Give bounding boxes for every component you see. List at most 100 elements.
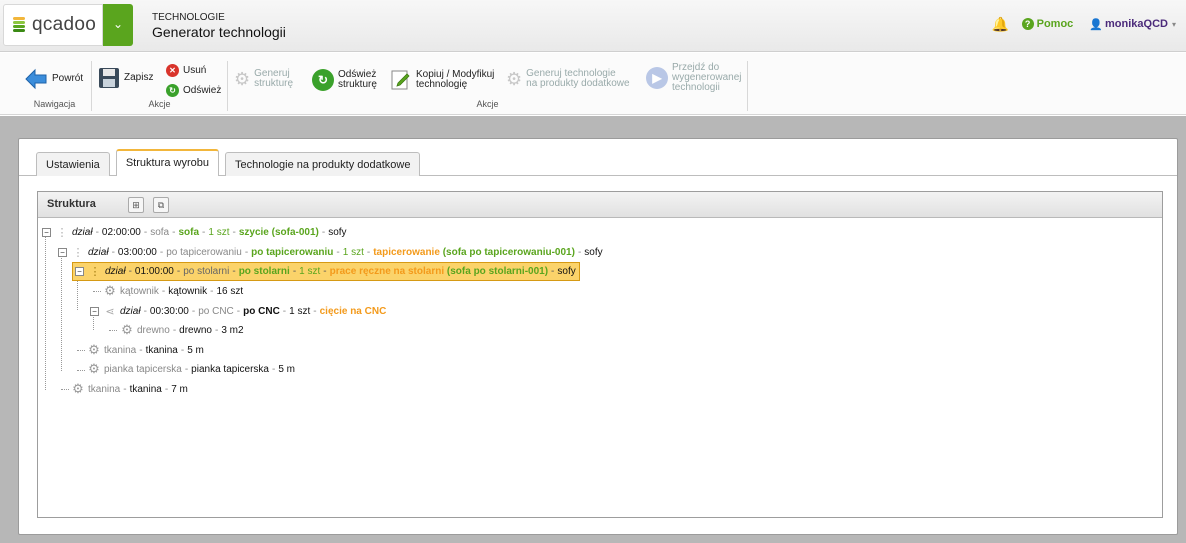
ribbon-group-actions-1: Zapisz ✕ Usuń ↻ Odśwież Akcje	[92, 61, 228, 111]
node-output-product: po CNC	[243, 305, 280, 317]
node-time: 02:00:00	[101, 226, 141, 238]
save-button[interactable]: Zapisz	[98, 67, 153, 89]
tree-node[interactable]: ⚙ kątownik - kątownik - 16 szt	[104, 282, 243, 300]
node-time: 03:00:00	[117, 246, 157, 258]
ribbon-group-navigation: Powrót Nawigacja	[18, 61, 92, 111]
collapse-all-icon[interactable]: ⧉	[153, 197, 169, 213]
tree-node-selected[interactable]: − ⋮ dział - 01:00:00- po stolarni - po sto…	[72, 262, 580, 281]
node-type: dział	[120, 305, 141, 317]
arrow-left-icon	[25, 68, 47, 90]
node-quantity: 16 szt	[216, 285, 244, 297]
node-quantity: 1 szt	[289, 305, 311, 317]
refresh-button[interactable]: ↻ Odśwież	[166, 84, 221, 97]
node-quantity: 1 szt	[299, 266, 321, 277]
page-subtitle: TECHNOLOGIE	[152, 12, 225, 23]
tree-node[interactable]: − ⋖ dział - 00:30:00- po CNC - po CNC - 1 s…	[90, 302, 386, 320]
refresh-structure-button[interactable]: ↻ Odśwież strukturę	[312, 69, 377, 91]
tree-connector	[109, 330, 117, 331]
expand-all-icon[interactable]: ⊞	[128, 197, 144, 213]
user-icon: 👤	[1089, 18, 1104, 31]
ribbon-group-label: Akcje	[148, 99, 171, 109]
node-product: tkanina	[104, 344, 137, 356]
node-product-name: pianka tapicerska	[191, 363, 269, 375]
tree-connector	[45, 234, 46, 390]
node-technology: prace ręczne na stolarni	[329, 266, 445, 277]
bell-icon[interactable]: 🔔	[992, 16, 1009, 32]
node-group: sofy	[584, 246, 603, 258]
collapse-toggle-icon[interactable]: −	[90, 306, 99, 316]
gear-icon: ⚙	[88, 342, 100, 357]
generate-structure-label: Generuj strukturę	[254, 68, 294, 89]
node-product: kątownik	[120, 285, 159, 297]
tree-node[interactable]: ⚙ tkanina - tkanina - 7 m	[72, 380, 188, 398]
app-logo[interactable]: qcadoo	[3, 4, 103, 46]
node-product: drewno	[137, 324, 170, 336]
collapse-toggle-icon[interactable]: −	[75, 267, 84, 276]
tab-settings[interactable]: Ustawienia	[36, 152, 110, 176]
collapse-toggle-icon[interactable]: −	[58, 247, 67, 257]
gears-icon: ⚙	[234, 69, 251, 89]
node-technology: szycie (sofa-001)	[238, 226, 319, 238]
node-output-product: sofa	[178, 226, 200, 238]
delete-button[interactable]: ✕ Usuń	[166, 64, 206, 77]
operation-node-icon: ⋮	[89, 266, 101, 278]
structure-tree-panel: Struktura ⊞ ⧉ − ⋮ dział - 02:00:00- sofa -…	[37, 191, 1163, 518]
logo-icon	[13, 17, 25, 32]
goto-generated-technology-button[interactable]: ▶ Przejdź do wygenerowanej technologii	[646, 63, 742, 93]
tab-product-structure[interactable]: Struktura wyrobu	[115, 149, 219, 176]
node-quantity: 1 szt	[342, 246, 364, 258]
delete-icon: ✕	[166, 64, 179, 77]
tree-header: Struktura ⊞ ⧉	[38, 192, 1162, 218]
tree-title: Struktura	[47, 198, 96, 210]
goto-generated-label: Przejdź do wygenerowanej technologii	[672, 62, 742, 93]
refresh-icon: ↻	[312, 69, 334, 91]
tab-additional-products[interactable]: Technologie na produkty dodatkowe	[224, 152, 421, 176]
node-product: tkanina	[88, 383, 121, 395]
tree-connector	[77, 350, 85, 351]
node-quantity: 5 m	[278, 363, 296, 375]
node-output-product: po tapicerowaniu	[251, 246, 334, 258]
ribbon-group-label: Nawigacja	[33, 99, 76, 109]
node-technology: tapicerowanie	[373, 246, 440, 258]
node-technology: cięcie na CNC	[319, 305, 387, 317]
page-title: Generator technologii	[152, 24, 286, 40]
copy-modify-button[interactable]: Kopiuj / Modyfikuj technologię	[390, 69, 494, 91]
collapse-toggle-icon[interactable]: −	[42, 227, 51, 237]
node-time: 00:30:00	[149, 305, 189, 317]
node-quantity: 1 szt	[208, 226, 230, 238]
node-time: 01:00:00	[134, 266, 174, 277]
back-button[interactable]: Powrót	[24, 68, 83, 90]
tree-connector	[61, 389, 69, 390]
node-type: dział	[72, 226, 93, 238]
node-product-name: tkanina	[129, 383, 162, 395]
form-panel: Ustawienia Struktura wyrobu Technologie …	[18, 138, 1178, 535]
node-product: po stolarni	[183, 266, 230, 277]
node-output-product: po stolarni	[238, 266, 290, 277]
top-bar: qcadoo ⌄ TECHNOLOGIE Generator technolog…	[0, 0, 1186, 52]
node-technology-number: (sofa po stolarni-001)	[446, 266, 549, 277]
gear-icon: ⚙	[88, 361, 100, 376]
generate-structure-button[interactable]: ⚙ Generuj strukturę	[234, 69, 293, 89]
gear-icon: ⚙	[72, 381, 84, 396]
generate-technologies-button[interactable]: ⚙ Generuj technologie na produkty dodatko…	[506, 69, 630, 89]
tree-node[interactable]: ⚙ drewno - drewno - 3 m2	[121, 321, 244, 339]
generate-technologies-label: Generuj technologie na produkty dodatkowe	[526, 68, 630, 89]
refresh-label: Odśwież	[183, 84, 222, 96]
help-link[interactable]: ? Pomoc	[1021, 18, 1073, 30]
tree-node[interactable]: ⚙ tkanina - tkanina - 5 m	[88, 341, 204, 359]
node-group: sofy	[328, 226, 347, 238]
tree-node[interactable]: − ⋮ dział - 02:00:00- sofa - sofa - 1 szt - …	[42, 223, 347, 241]
refresh-structure-label: Odśwież strukturę	[338, 69, 377, 90]
logo-text: qcadoo	[32, 14, 97, 35]
node-group: sofy	[557, 266, 576, 277]
node-product: pianka tapicerska	[104, 363, 182, 375]
node-quantity: 3 m2	[221, 324, 244, 336]
user-menu[interactable]: 👤 monikaQCD ▾	[1089, 18, 1176, 31]
tree-node[interactable]: − ⋮ dział - 03:00:00- po tapicerowaniu - p…	[58, 243, 603, 261]
ribbon-group-label: Akcje	[476, 99, 499, 109]
play-icon: ▶	[646, 67, 668, 89]
tab-bar: Ustawienia Struktura wyrobu Technologie …	[36, 149, 421, 176]
tree-node[interactable]: ⚙ pianka tapicerska - pianka tapicerska - …	[88, 360, 295, 378]
node-product: sofa	[150, 226, 170, 238]
app-menu-dropdown[interactable]: ⌄	[103, 4, 133, 46]
